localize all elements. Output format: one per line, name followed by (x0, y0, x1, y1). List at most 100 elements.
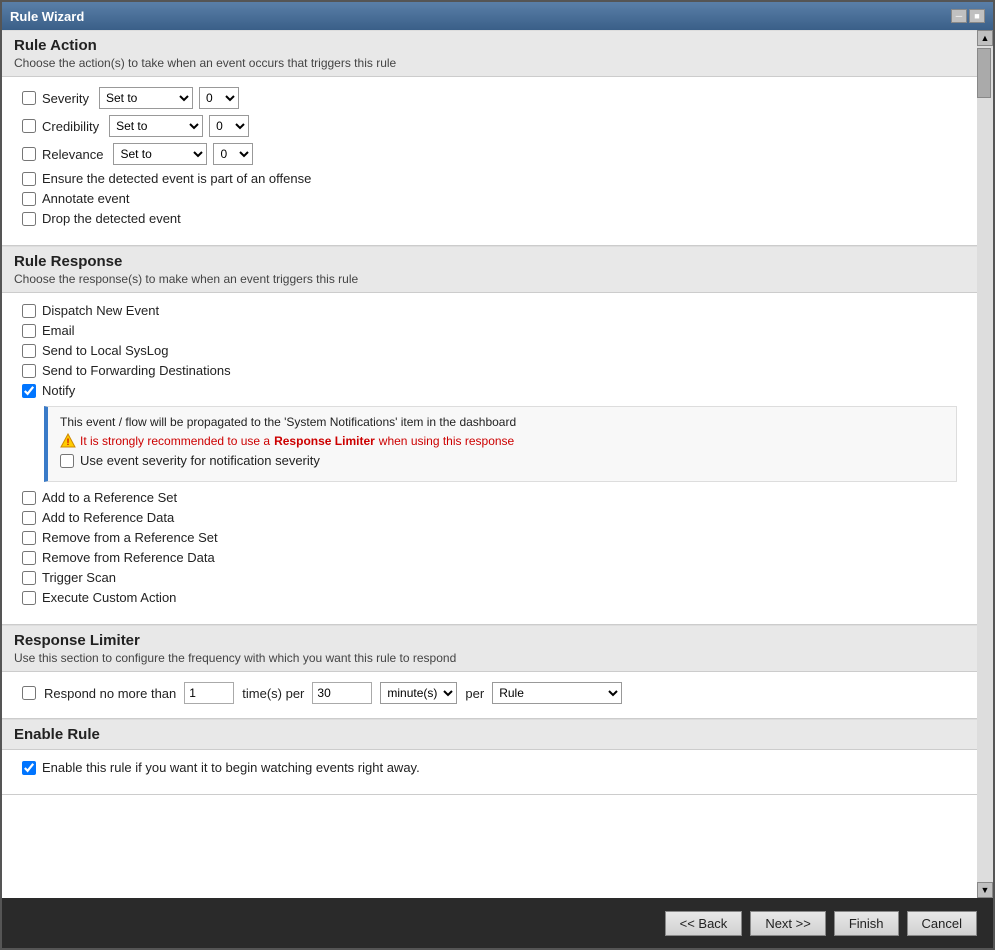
rule-response-body: Dispatch New Event Email Send to Local S… (2, 293, 977, 624)
enable-rule-title: Enable Rule (14, 726, 965, 743)
rule-response-header: Rule Response Choose the response(s) to … (2, 246, 977, 293)
ensure-offense-checkbox[interactable] (22, 172, 36, 186)
scrollbar-down-arrow[interactable]: ▼ (977, 882, 993, 898)
execute-custom-action-label: Execute Custom Action (42, 590, 176, 605)
respond-no-more-checkbox[interactable] (22, 686, 36, 700)
scrollbar-track (977, 46, 993, 882)
use-event-severity-label: Use event severity for notification seve… (80, 453, 320, 468)
execute-custom-action-checkbox[interactable] (22, 591, 36, 605)
relevance-value-select[interactable]: 0123 4567 8910 (213, 143, 253, 165)
drop-event-checkbox[interactable] (22, 212, 36, 226)
add-reference-set-checkbox[interactable] (22, 491, 36, 505)
annotate-event-label: Annotate event (42, 191, 129, 206)
respond-no-more-label: Respond no more than (44, 686, 176, 701)
enable-rule-checkbox[interactable] (22, 761, 36, 775)
add-reference-set-row: Add to a Reference Set (22, 490, 957, 505)
credibility-operation-select[interactable]: Set to Increase by Decrease by (109, 115, 203, 137)
send-forwarding-label: Send to Forwarding Destinations (42, 363, 231, 378)
notify-checkbox[interactable] (22, 384, 36, 398)
dispatch-new-event-label: Dispatch New Event (42, 303, 159, 318)
window-title: Rule Wizard (10, 9, 84, 24)
warning-triangle-icon: ! (60, 433, 76, 449)
credibility-row: Credibility Set to Increase by Decrease … (22, 115, 957, 137)
response-limiter-header: Response Limiter Use this section to con… (2, 625, 977, 672)
remove-reference-set-checkbox[interactable] (22, 531, 36, 545)
warning-text-after: when using this response (379, 434, 514, 448)
use-event-severity-checkbox[interactable] (60, 454, 74, 468)
enable-rule-body: Enable this rule if you want it to begin… (2, 750, 977, 794)
next-button[interactable]: Next >> (750, 911, 826, 936)
severity-field: Set to Increase by Decrease by 0123 4567… (99, 87, 239, 109)
scrollbar-up-arrow[interactable]: ▲ (977, 30, 993, 46)
send-forwarding-checkbox[interactable] (22, 364, 36, 378)
severity-value-select[interactable]: 0123 4567 8910 (199, 87, 239, 109)
response-limiter-link[interactable]: Response Limiter (274, 434, 375, 448)
notify-row: Notify (22, 383, 957, 398)
email-checkbox[interactable] (22, 324, 36, 338)
rule-action-subtitle: Choose the action(s) to take when an eve… (14, 56, 965, 70)
send-local-syslog-checkbox[interactable] (22, 344, 36, 358)
remove-reference-data-label: Remove from Reference Data (42, 550, 215, 565)
main-wrapper: Rule Action Choose the action(s) to take… (2, 30, 993, 898)
rule-select[interactable]: Rule Source IP Destination IP Username (492, 682, 622, 704)
remove-reference-data-checkbox[interactable] (22, 551, 36, 565)
notify-warning: ! It is strongly recommended to use a Re… (60, 433, 944, 449)
warning-text-before: It is strongly recommended to use a (80, 434, 270, 448)
content-scroll[interactable]: Rule Action Choose the action(s) to take… (2, 30, 977, 898)
notify-line1: This event / flow will be propagated to … (60, 415, 944, 429)
send-local-syslog-row: Send to Local SysLog (22, 343, 957, 358)
response-limiter-subtitle: Use this section to configure the freque… (14, 651, 965, 665)
back-button[interactable]: << Back (665, 911, 743, 936)
severity-row: Severity Set to Increase by Decrease by … (22, 87, 957, 109)
maximize-button[interactable]: ■ (969, 9, 985, 23)
rule-response-section: Rule Response Choose the response(s) to … (2, 246, 977, 625)
credibility-label: Credibility (22, 119, 99, 134)
trigger-scan-label: Trigger Scan (42, 570, 116, 585)
period-value-input[interactable] (312, 682, 372, 704)
credibility-checkbox[interactable] (22, 119, 36, 133)
times-per-label: time(s) per (242, 686, 304, 701)
response-limiter-title: Response Limiter (14, 632, 965, 649)
email-row: Email (22, 323, 957, 338)
relevance-operation-select[interactable]: Set to Increase by Decrease by (113, 143, 207, 165)
add-reference-data-label: Add to Reference Data (42, 510, 174, 525)
send-local-syslog-label: Send to Local SysLog (42, 343, 168, 358)
title-bar-controls: ─ ■ (951, 9, 985, 23)
dispatch-new-event-row: Dispatch New Event (22, 303, 957, 318)
times-value-input[interactable] (184, 682, 234, 704)
finish-button[interactable]: Finish (834, 911, 899, 936)
trigger-scan-checkbox[interactable] (22, 571, 36, 585)
severity-label: Severity (22, 91, 89, 106)
cancel-button[interactable]: Cancel (907, 911, 977, 936)
period-unit-select[interactable]: minute(s) hour(s) day(s) (380, 682, 457, 704)
bottom-spacer (2, 795, 977, 815)
per-label: per (465, 686, 484, 701)
notify-expanded-box: This event / flow will be propagated to … (44, 406, 957, 482)
relevance-field: Set to Increase by Decrease by 0123 4567… (113, 143, 253, 165)
rule-action-body: Severity Set to Increase by Decrease by … (2, 77, 977, 245)
minimize-button[interactable]: ─ (951, 9, 967, 23)
svg-text:!: ! (67, 437, 70, 447)
add-reference-data-checkbox[interactable] (22, 511, 36, 525)
trigger-scan-row: Trigger Scan (22, 570, 957, 585)
title-bar: Rule Wizard ─ ■ (2, 2, 993, 30)
scrollbar-thumb[interactable] (977, 48, 991, 98)
relevance-label: Relevance (22, 147, 103, 162)
remove-reference-set-row: Remove from a Reference Set (22, 530, 957, 545)
drop-event-row: Drop the detected event (22, 211, 957, 226)
relevance-row: Relevance Set to Increase by Decrease by… (22, 143, 957, 165)
drop-event-label: Drop the detected event (42, 211, 181, 226)
add-reference-set-label: Add to a Reference Set (42, 490, 177, 505)
response-limiter-body: Respond no more than time(s) per minute(… (2, 672, 977, 718)
response-limiter-section: Response Limiter Use this section to con… (2, 625, 977, 719)
severity-operation-select[interactable]: Set to Increase by Decrease by (99, 87, 193, 109)
use-event-severity-row: Use event severity for notification seve… (60, 453, 944, 468)
send-forwarding-row: Send to Forwarding Destinations (22, 363, 957, 378)
relevance-checkbox[interactable] (22, 147, 36, 161)
credibility-value-select[interactable]: 0123 4567 8910 (209, 115, 249, 137)
email-label: Email (42, 323, 75, 338)
add-reference-data-row: Add to Reference Data (22, 510, 957, 525)
annotate-event-checkbox[interactable] (22, 192, 36, 206)
dispatch-new-event-checkbox[interactable] (22, 304, 36, 318)
severity-checkbox[interactable] (22, 91, 36, 105)
